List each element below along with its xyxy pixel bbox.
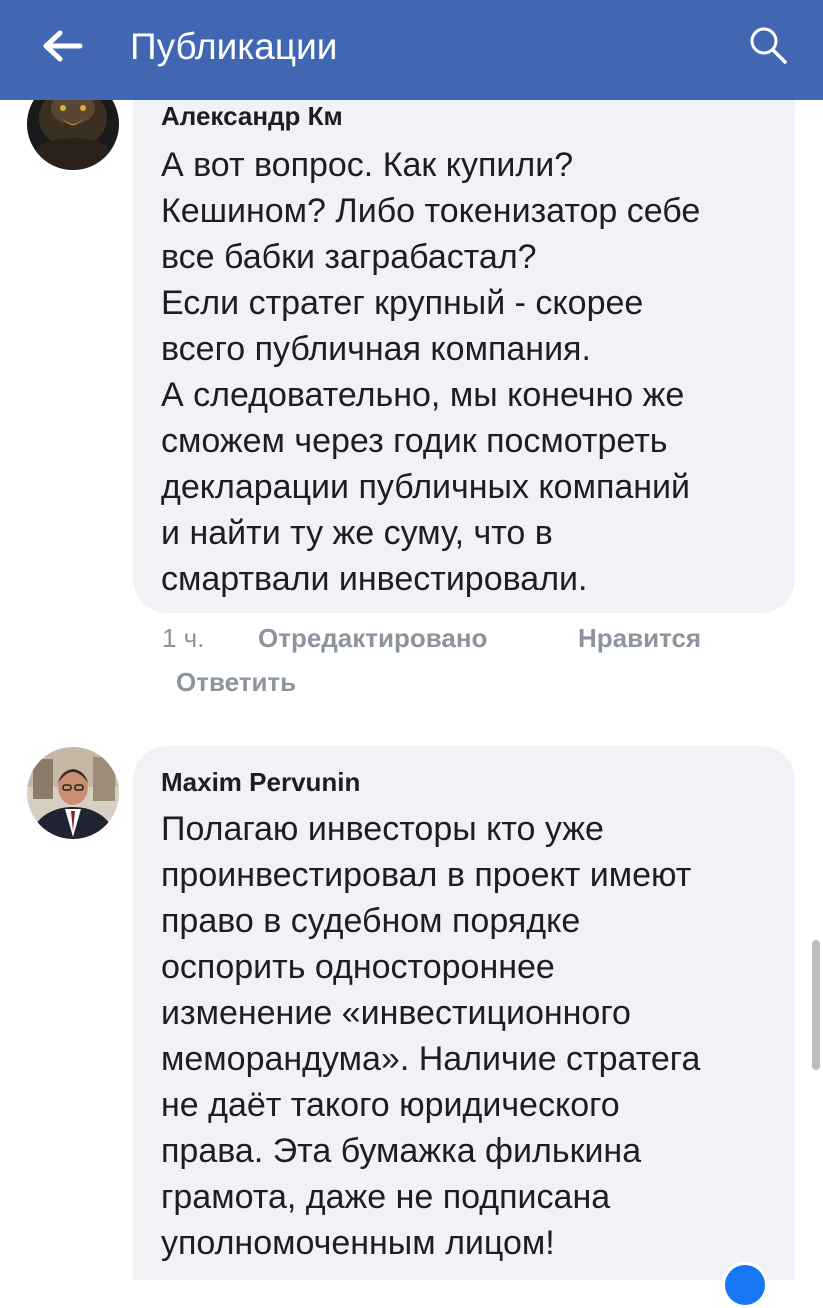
reply-button[interactable]: Ответить [176,667,296,698]
like-button[interactable]: Нравится [578,623,701,654]
comment-text: Полагаю инвесторы кто уже проинвестирова… [161,810,701,1262]
edited-label[interactable]: Отредактировано [258,623,487,654]
like-reaction-icon [722,1262,768,1308]
comment-author[interactable]: Maxim Pervunin [161,766,360,798]
comment-text: А вот вопрос. Как купили? Кешином? Либо … [161,146,701,598]
search-button[interactable] [748,25,788,65]
page-title: Публикации [130,26,338,67]
back-button[interactable] [40,26,86,66]
search-icon [750,27,787,64]
comment-bubble[interactable]: Александр Км А вот вопрос. Как купили? К… [133,60,795,613]
top-app-bar: Публикации [0,0,823,100]
comment-author[interactable]: Александр Км [161,100,343,132]
comment-time: 1 ч. [162,623,205,653]
arrow-left-icon [43,30,83,62]
person-avatar-image [27,747,119,839]
avatar[interactable] [27,747,119,839]
comment-bubble[interactable]: Maxim Pervunin Полагаю инвесторы кто уже… [133,746,795,1280]
scrollbar[interactable] [812,940,820,1070]
